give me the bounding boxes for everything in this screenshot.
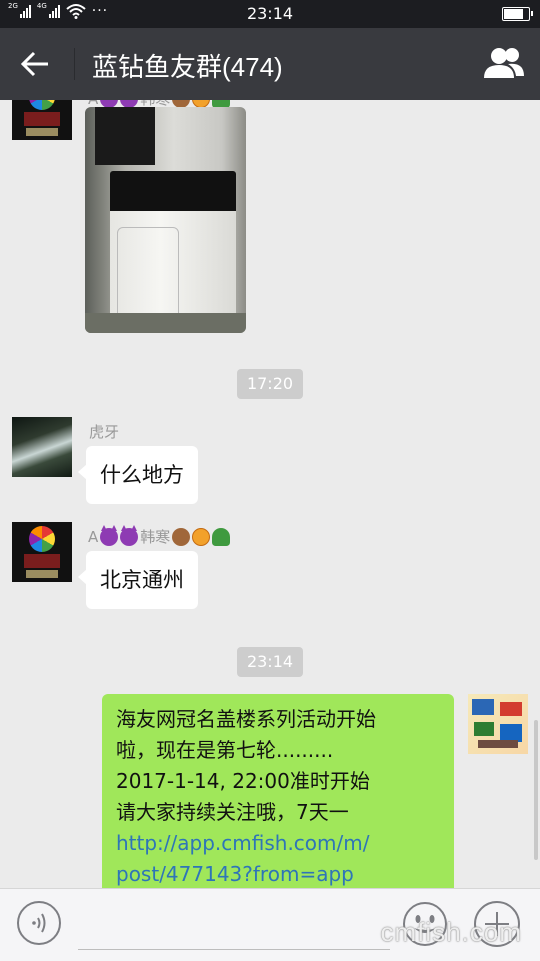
message-link[interactable]: http://app.cmfish.com/m/ [116,828,440,859]
title-divider [74,48,75,80]
battery-icon [502,7,533,21]
monkey-emoji-icon [172,527,191,546]
outgoing-message-bubble[interactable]: 海友网冠名盖楼系列活动开始 啦，现在是第七轮......... 2017-1-1… [102,694,454,888]
image-message[interactable] [85,107,246,333]
input-bar: cmfish.com [0,888,540,961]
avatar-fortune-wheel[interactable] [12,100,72,140]
message-line: 啦，现在是第七轮......... [116,738,334,762]
sender-name: A 韩寒 [88,524,231,547]
chat-area[interactable]: A 韩寒 17:20 虎牙 什么地方 A 韩寒 北京通州 23:14 海友网冠名… [0,100,540,888]
devil-emoji-icon [100,524,119,546]
devil-emoji-icon [120,524,139,546]
avatar-self[interactable] [468,694,528,754]
title-bar: 蓝钻鱼友群(474) [0,28,540,100]
tiger-emoji-icon [192,527,211,546]
back-arrow-icon[interactable] [18,46,54,82]
voice-input-button[interactable] [17,901,61,945]
message-line: 请大家持续关注哦，7天一 [116,800,349,824]
message-link[interactable]: post/477143?from=app [116,859,440,888]
watermark: cmfish.com [380,917,522,947]
status-time: 23:14 [246,4,294,23]
status-bar: 2G 4G ··· 23:14 [0,0,540,28]
message-bubble[interactable]: 什么地方 [78,446,198,504]
avatar-fortune-wheel[interactable] [12,522,72,582]
snake-emoji-icon [212,527,231,546]
avatar-waterfall[interactable] [12,417,72,477]
sender-name: 虎牙 [89,423,120,441]
timestamp: 23:14 [237,647,303,677]
voice-wave-icon [32,913,46,933]
group-members-icon[interactable] [482,44,526,84]
chat-title: 蓝钻鱼友群(474) [92,52,283,82]
message-bubble[interactable]: 北京通州 [78,551,198,609]
message-input[interactable] [78,949,390,950]
timestamp: 17:20 [237,369,303,399]
scrollbar[interactable] [534,720,538,860]
battery-fill [504,9,523,19]
message-line: 2017-1-14, 22:00准时开始 [116,769,370,793]
message-line: 海友网冠名盖楼系列活动开始 [116,707,376,731]
